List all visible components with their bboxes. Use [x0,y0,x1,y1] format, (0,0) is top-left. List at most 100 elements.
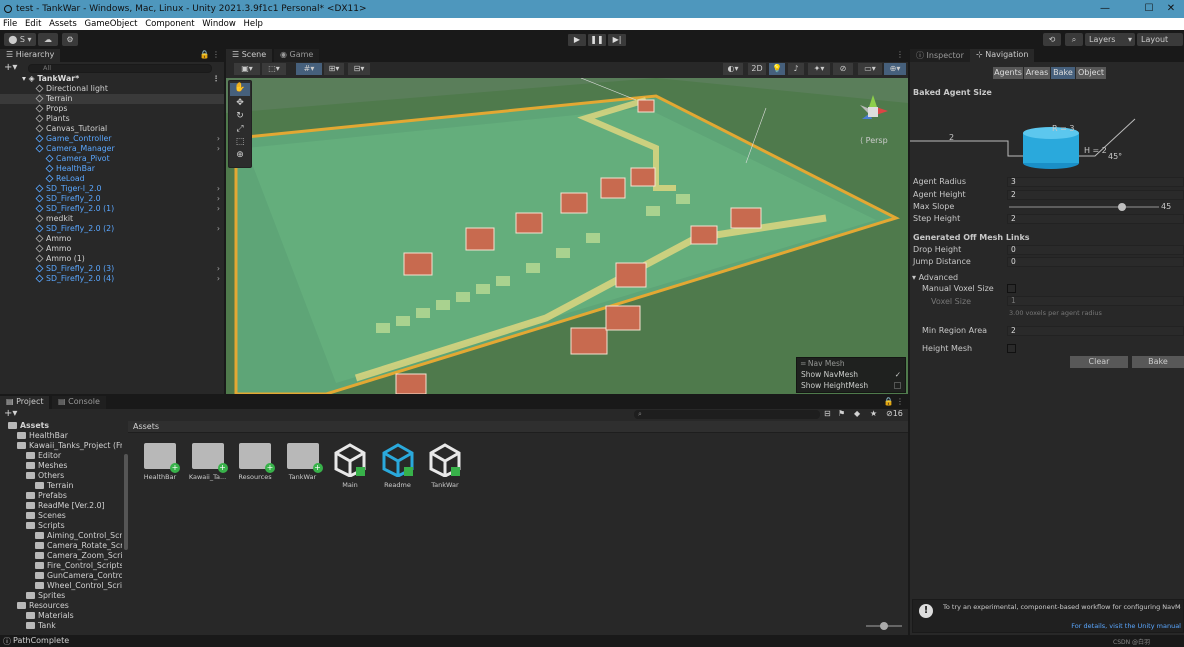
asset-tile[interactable]: TankWar [279,443,327,481]
camera-dropdown[interactable]: ▭▾ [858,63,882,75]
transform-tool-icon[interactable]: ⊕ [229,150,251,163]
bake-button[interactable]: Bake [1132,356,1184,368]
scale-tool-icon[interactable]: ⤢ [229,124,251,137]
scene-viewport[interactable] [226,78,908,394]
asset-tile[interactable]: TankWar [421,443,469,489]
hierarchy-item[interactable]: Game_Controller › [0,134,224,144]
show-heightmesh-toggle[interactable]: Show HeightMesh [797,380,905,391]
hand-tool-icon[interactable]: ✋ [230,83,250,96]
project-tree-item[interactable]: Kawaii_Tanks_Project (Fre [17,441,122,451]
prefab-open-icon[interactable]: › [217,144,220,154]
hidden-objects-icon[interactable]: ⊘ [833,63,853,75]
hierarchy-item[interactable]: Camera_Manager › [0,144,224,154]
minimize-button[interactable]: — [1090,2,1120,16]
scene-panel-menu-icon[interactable]: ⋮ [896,50,904,59]
hierarchy-item[interactable]: Canvas_Tutorial [0,124,224,134]
pivot-dropdown[interactable]: ⬚▾ [262,63,286,75]
asset-tile[interactable]: Readme [374,443,422,489]
project-tree-item[interactable]: Meshes [26,461,67,471]
drop-height-input[interactable]: 0 [1007,245,1184,255]
scene-gizmo[interactable] [848,85,898,135]
hierarchy-item[interactable]: Ammo (1) [0,254,224,264]
hierarchy-item[interactable]: Ammo [0,244,224,254]
agent-radius-input[interactable]: 3 [1007,177,1184,187]
prefab-open-icon[interactable]: › [217,204,220,214]
cloud-icon[interactable]: ☁ [38,33,58,46]
prefab-open-icon[interactable]: › [217,224,220,234]
project-tree-item[interactable]: GunCamera_Control_ [35,571,122,581]
hierarchy-item[interactable]: SD_Firefly_2.0 (4) › [0,274,224,284]
account-button[interactable]: ⬤ S ▾ [4,33,36,46]
show-navmesh-toggle[interactable]: Show NavMesh ✓ [797,369,905,380]
effects-dropdown[interactable]: ✦▾ [808,63,830,75]
tab-game[interactable]: ◉ Game [274,49,320,62]
hierarchy-item[interactable]: Ammo [0,234,224,244]
areas-button[interactable]: Areas [1024,67,1050,79]
project-tree-item[interactable]: Camera_Rotate_Scrip [35,541,122,551]
manual-voxel-checkbox[interactable] [1007,284,1016,293]
move-tool-icon[interactable]: ✥ [229,98,251,111]
hierarchy-item[interactable]: Directional light [0,84,224,94]
prefab-open-icon[interactable]: › [217,134,220,144]
prefab-open-icon[interactable]: › [217,274,220,284]
project-add-icon[interactable]: +▾ [4,408,17,419]
tab-navigation[interactable]: ⊹ Navigation [970,49,1035,62]
rect-tool-icon[interactable]: ⬚ [229,137,251,150]
mode-2d-button[interactable]: 2D [748,63,766,75]
audio-icon[interactable]: ♪ [788,63,804,75]
menu-gameobject[interactable]: GameObject [84,19,137,29]
history-icon[interactable]: ⟲ [1043,33,1061,46]
pause-button[interactable]: ❚❚ [588,34,606,46]
project-search-input[interactable]: ⌕ [634,410,820,419]
agent-height-input[interactable]: 2 [1007,190,1184,200]
project-tree-item[interactable]: Tank [26,621,56,631]
hierarchy-item[interactable]: Camera_Pivot [0,154,224,164]
clear-button[interactable]: Clear [1070,356,1128,368]
lighting-icon[interactable]: 💡 [769,63,785,75]
hierarchy-item[interactable]: ReLoad [0,174,224,184]
asset-tile[interactable]: Resources [231,443,279,481]
gizmos-dropdown[interactable]: ⊕▾ [884,63,906,75]
snap-increment-button[interactable]: ⊞▾ [324,63,344,75]
hierarchy-item[interactable]: medkit [0,214,224,224]
project-tree-item[interactable]: Camera_Zoom_Script [35,551,122,561]
menu-window[interactable]: Window [202,19,236,29]
hierarchy-item[interactable]: Plants [0,114,224,124]
menu-assets[interactable]: Assets [49,19,77,29]
prefab-open-icon[interactable]: › [217,184,220,194]
project-tree-item[interactable]: Resources [17,601,69,611]
panel-menu-icon[interactable]: 🔒 ⋮ [199,50,220,59]
tree-scrollbar[interactable] [124,454,128,550]
project-tree-item[interactable]: Others [26,471,64,481]
tab-inspector[interactable]: ⓘ Inspector [910,49,970,62]
project-tree-item[interactable]: Fire_Control_Scripts [35,561,122,571]
unity-manual-link[interactable]: For details, visit the Unity manual [1071,622,1181,630]
tab-scene[interactable]: ☰ Scene [226,49,273,62]
menu-file[interactable]: File [3,19,17,29]
hierarchy-item[interactable]: SD_Tiger-I_2.0 › [0,184,224,194]
layout-dropdown[interactable]: Layout [1137,33,1183,46]
hierarchy-item[interactable]: Terrain [0,94,224,104]
project-tree-item[interactable]: Materials [26,611,74,621]
menu-component[interactable]: Component [145,19,194,29]
height-mesh-checkbox[interactable] [1007,344,1016,353]
hierarchy-item[interactable]: SD_Firefly_2.0 › [0,194,224,204]
search-by-label-icon[interactable]: ⚑ [838,409,845,418]
size-slider-knob[interactable] [880,622,888,630]
label-icon[interactable]: ◆ [854,409,860,418]
hierarchy-item[interactable]: SD_Firefly_2.0 (1) › [0,204,224,214]
advanced-foldout[interactable]: ▾ Advanced [912,273,958,282]
asset-tile[interactable]: HealthBar [136,443,184,481]
hierarchy-item[interactable]: Props [0,104,224,114]
search-by-type-icon[interactable]: ⊟ [824,409,831,418]
add-icon[interactable]: +▾ [4,62,17,73]
object-button[interactable]: Object [1076,67,1106,79]
slider-knob[interactable] [1117,203,1126,211]
project-tree-item[interactable]: Editor [26,451,61,461]
draw-mode-dropdown[interactable]: ▣▾ [234,63,260,75]
agents-button[interactable]: Agents [993,67,1023,79]
asset-tile[interactable]: Main [326,443,374,489]
layers-dropdown[interactable]: Layers ▾ [1085,33,1135,46]
project-tree-item[interactable]: Scripts [26,521,65,531]
asset-tile[interactable]: Kawaii_Ta... [184,443,232,481]
